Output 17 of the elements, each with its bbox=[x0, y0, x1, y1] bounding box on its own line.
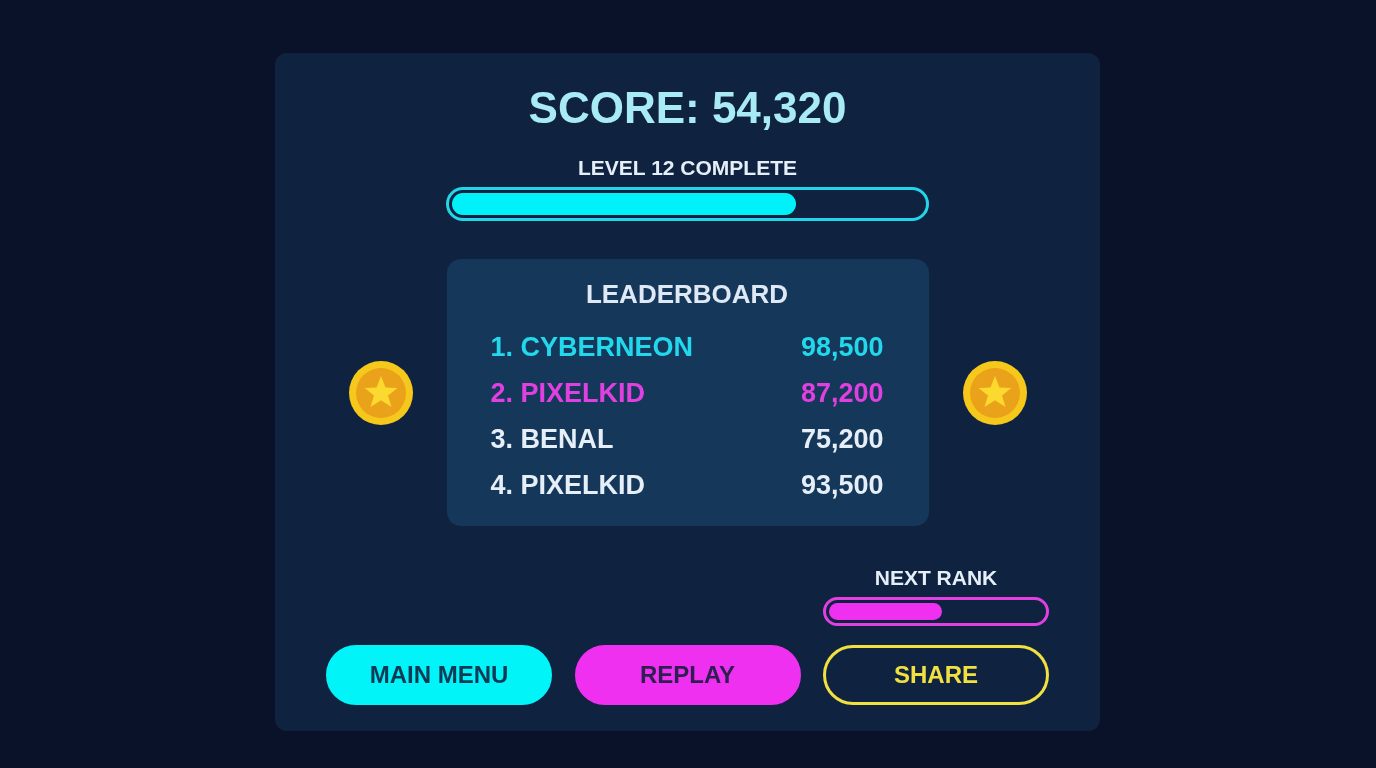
star-coin-icon bbox=[962, 360, 1027, 425]
star-coin-icon bbox=[348, 360, 413, 425]
player-name: 1. CYBERNEON bbox=[490, 331, 694, 363]
player-score: 93,500 bbox=[800, 469, 884, 501]
outline-button[interactable]: SHARE bbox=[823, 645, 1049, 705]
player-name: 2. PIXELKID bbox=[490, 377, 646, 409]
next-rank-label: NEXT RANK bbox=[874, 565, 998, 591]
player-name: 3. BENAL bbox=[490, 423, 614, 455]
action-button[interactable]: REPLAY bbox=[574, 645, 801, 705]
leaderboard-title: LEADERBOARD bbox=[585, 278, 789, 310]
player-score: 75,200 bbox=[800, 423, 884, 455]
player-name: 4. PIXELKID bbox=[490, 469, 646, 501]
player-score: 87,200 bbox=[800, 377, 884, 409]
level-label: LEVEL 12 COMPLETE bbox=[578, 155, 797, 181]
player-score: 98,500 bbox=[800, 331, 884, 363]
score-title: SCORE: 54,320 bbox=[528, 83, 847, 133]
action-button[interactable]: MAIN MENU bbox=[326, 645, 552, 705]
